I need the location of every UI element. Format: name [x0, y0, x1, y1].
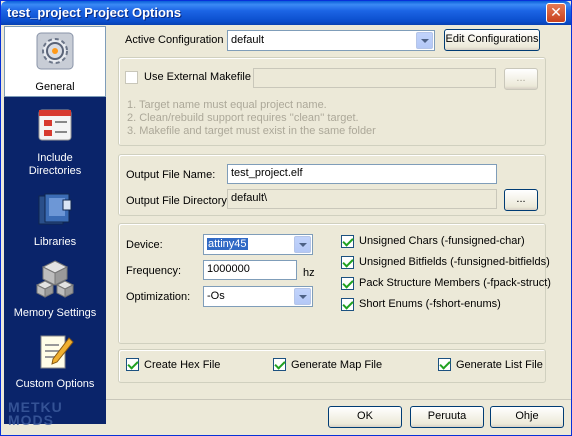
- include-directories-icon: [38, 109, 72, 141]
- output-file-name-label: Output File Name:: [126, 169, 216, 181]
- sidebar-item-libraries[interactable]: Libraries: [4, 186, 106, 257]
- sidebar-item-label: Custom Options: [15, 378, 95, 390]
- pack-structure-label: Pack Structure Members (-fpack-struct): [359, 277, 551, 289]
- metku-mods-watermark: METKU MODS: [8, 399, 63, 428]
- generate-map-file-label: Generate Map File: [291, 359, 383, 371]
- makefile-note: 2. Clean/rebuild support requires ''clea…: [127, 112, 359, 124]
- output-directory-browse-button[interactable]: ...: [504, 189, 538, 211]
- unsigned-bitfields-label: Unsigned Bitfields (-funsigned-bitfields…: [359, 256, 550, 268]
- device-value: attiny45: [207, 238, 248, 250]
- chevron-down-icon: [294, 236, 311, 253]
- short-enums-checkbox[interactable]: [341, 298, 354, 311]
- sidebar-item-label: General: [35, 81, 75, 93]
- gear-icon: [36, 32, 74, 70]
- notepad-pencil-icon: [40, 335, 74, 369]
- sidebar-item-memory-settings[interactable]: Memory Settings: [4, 257, 106, 328]
- output-file-name-input[interactable]: test_project.elf: [227, 164, 497, 184]
- output-file-directory-label: Output File Directory:: [126, 195, 230, 207]
- makefile-path-input[interactable]: [253, 68, 496, 88]
- sidebar-item-general[interactable]: General: [4, 26, 106, 97]
- pack-structure-checkbox[interactable]: [341, 277, 354, 290]
- help-button[interactable]: Ohje: [490, 406, 564, 428]
- short-enums-label: Short Enums (-fshort-enums): [359, 298, 501, 310]
- sidebar-item-label: Libraries: [33, 236, 77, 248]
- window-title: test_project Project Options: [7, 5, 182, 20]
- category-sidebar: General Include Directories Libraries Me…: [4, 26, 106, 428]
- sidebar-item-label: Memory Settings: [13, 307, 97, 319]
- frequency-unit: hz: [303, 267, 315, 279]
- active-configuration-label: Active Configuration: [125, 34, 224, 46]
- chevron-down-icon: [294, 288, 311, 305]
- optimization-select[interactable]: -Os: [203, 286, 313, 307]
- active-configuration-select[interactable]: default: [227, 30, 435, 51]
- create-hex-file-checkbox[interactable]: [126, 358, 139, 371]
- create-hex-file-label: Create Hex File: [144, 359, 221, 371]
- close-button[interactable]: ✕: [546, 3, 566, 23]
- makefile-note: 3. Makefile and target must exist in the…: [127, 125, 376, 137]
- chevron-down-icon: [416, 32, 433, 49]
- cancel-button[interactable]: Peruuta: [410, 406, 484, 428]
- makefile-note: 1. Target name must equal project name.: [127, 99, 327, 111]
- unsigned-chars-checkbox[interactable]: [341, 235, 354, 248]
- use-external-makefile-label: Use External Makefile: [144, 71, 251, 83]
- project-options-window: test_project Project Options ✕ General I: [0, 0, 572, 436]
- makefile-browse-button[interactable]: ...: [504, 68, 538, 90]
- use-external-makefile-checkbox[interactable]: [125, 71, 138, 84]
- title-bar[interactable]: test_project Project Options ✕: [1, 1, 571, 25]
- output-file-directory-input[interactable]: default\: [227, 189, 497, 209]
- frequency-input[interactable]: 1000000: [203, 260, 297, 280]
- unsigned-bitfields-checkbox[interactable]: [341, 256, 354, 269]
- optimization-label: Optimization:: [126, 291, 191, 303]
- device-select[interactable]: attiny45: [203, 234, 313, 255]
- sidebar-item-label: Include Directories: [28, 152, 82, 177]
- books-icon: [38, 193, 72, 225]
- frequency-label: Frequency:: [126, 265, 182, 277]
- device-label: Device:: [126, 239, 163, 251]
- cubes-icon: [35, 260, 75, 298]
- generate-list-file-checkbox[interactable]: [438, 358, 451, 371]
- sidebar-item-include-directories[interactable]: Include Directories: [4, 98, 106, 177]
- generate-list-file-label: Generate List File: [456, 359, 543, 371]
- sidebar-item-custom-options[interactable]: Custom Options: [4, 328, 106, 399]
- edit-configurations-button[interactable]: Edit Configurations: [444, 29, 540, 51]
- optimization-value: -Os: [207, 290, 225, 302]
- unsigned-chars-label: Unsigned Chars (-funsigned-char): [359, 235, 525, 247]
- generate-map-file-checkbox[interactable]: [273, 358, 286, 371]
- active-configuration-value: default: [231, 34, 265, 46]
- ok-button[interactable]: OK: [328, 406, 402, 428]
